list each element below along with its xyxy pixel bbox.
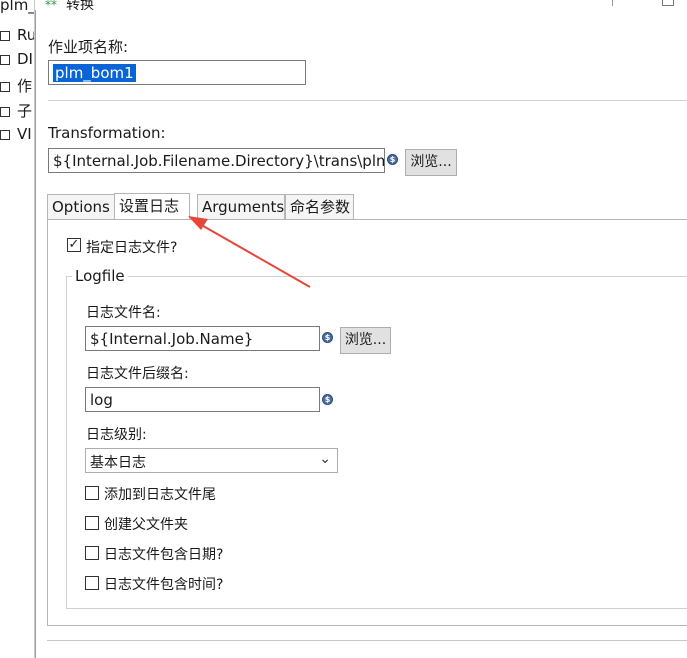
expand-box-icon[interactable] [0, 106, 10, 117]
chevron-down-icon[interactable]: ⌄ [319, 451, 331, 467]
variable-icon: $ [387, 154, 398, 165]
tree-root-label[interactable]: plm_ [0, 0, 34, 14]
tab-arguments[interactable]: Arguments [197, 194, 285, 220]
job-name-input[interactable]: plm_bom1 [48, 60, 306, 85]
expand-box-icon[interactable] [0, 30, 10, 41]
maximize-icon[interactable] [662, 0, 674, 6]
specify-logfile-checkbox[interactable]: ✓ [67, 238, 81, 252]
transformation-icon: ⁂ [45, 0, 57, 8]
include-time-checkbox[interactable] [85, 576, 99, 590]
logfile-name-label: 日志文件名: [86, 305, 161, 321]
append-checkbox[interactable] [85, 486, 99, 500]
job-name-label: 作业项名称: [48, 38, 129, 56]
tree-item[interactable]: VI [0, 125, 32, 143]
tab-named-parameters[interactable]: 命名参数 [285, 194, 354, 220]
log-level-select[interactable]: 基本日志 ⌄ [85, 448, 338, 473]
transformation-browse-button[interactable]: 浏览... [405, 149, 457, 176]
extension-label: 日志文件后缀名: [86, 366, 189, 382]
tab-log-settings[interactable]: 设置日志 [114, 193, 190, 220]
section-divider [48, 100, 687, 101]
tree-item[interactable]: DI [0, 50, 33, 68]
specify-logfile-label[interactable]: 指定日志文件? [86, 237, 177, 257]
include-time-label[interactable]: 日志文件包含时间? [104, 574, 223, 594]
transformation-path-input[interactable]: ${Internal.Job.Filename.Directory}\trans… [48, 148, 385, 173]
logfile-group-title: Logfile [72, 267, 128, 285]
tree-item[interactable]: 作 [0, 75, 32, 95]
log-level-label: 日志级别: [86, 427, 147, 443]
dialog-footer-divider [47, 640, 687, 641]
tree-pane: plm_ Ru DI 作 子 VI [0, 0, 34, 658]
logfile-browse-button[interactable]: 浏览... [340, 327, 391, 354]
include-date-label[interactable]: 日志文件包含日期? [104, 544, 223, 564]
dialog-border [35, 10, 36, 658]
transformation-label: Transformation: [48, 124, 166, 142]
expand-box-icon[interactable] [0, 54, 10, 65]
titlebar-divider [612, 0, 613, 6]
tree-item[interactable]: Ru [0, 26, 34, 44]
create-parent-folder-checkbox[interactable] [85, 516, 99, 530]
tab-options[interactable]: Options [47, 194, 115, 220]
tree-item[interactable]: 子 [0, 100, 32, 120]
append-label[interactable]: 添加到日志文件尾 [104, 484, 216, 504]
checkmark-icon: ✓ [68, 237, 80, 252]
extension-input[interactable]: log [85, 387, 320, 412]
log-level-value: 基本日志 [90, 455, 146, 471]
create-parent-folder-label[interactable]: 创建父文件夹 [104, 514, 188, 534]
expand-box-icon[interactable] [0, 129, 10, 140]
expand-box-icon[interactable] [0, 81, 10, 92]
job-name-selected-text: plm_bom1 [53, 64, 136, 82]
include-date-checkbox[interactable] [85, 546, 99, 560]
logfile-name-input[interactable]: ${Internal.Job.Name} [85, 326, 320, 351]
dialog-title: 转换 [66, 0, 94, 13]
variable-icon: $ [322, 332, 333, 343]
variable-icon: $ [322, 394, 333, 405]
